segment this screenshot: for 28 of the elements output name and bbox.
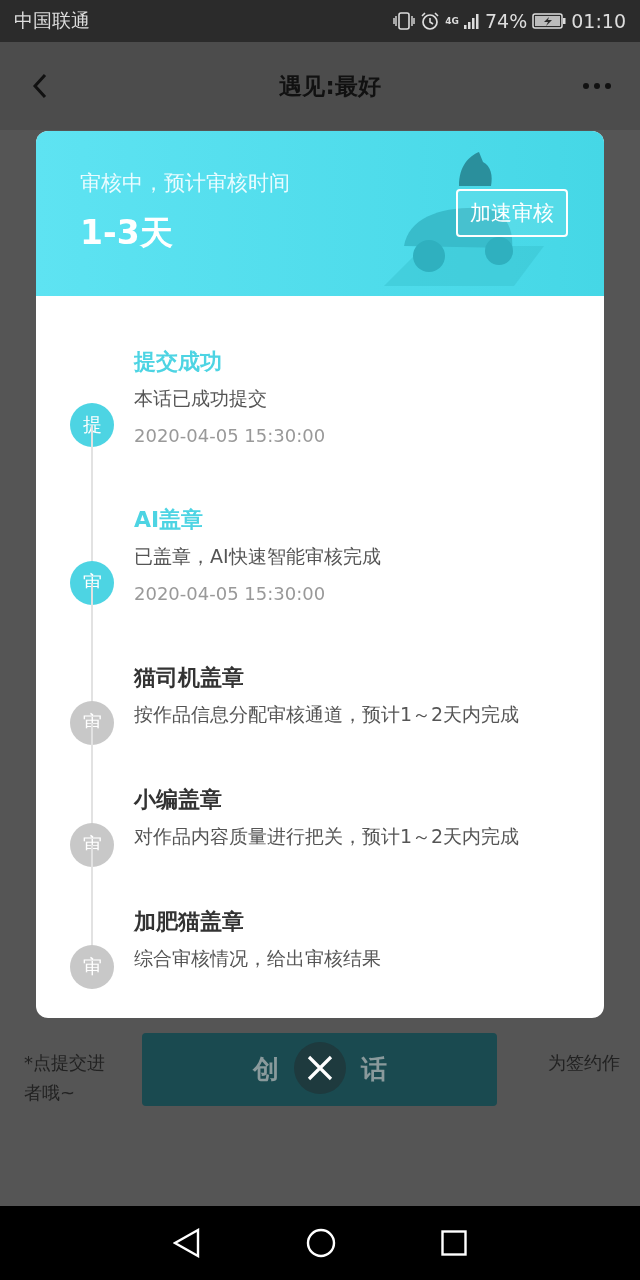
- battery-percent: 74%: [485, 10, 528, 32]
- signal-icon: [464, 12, 480, 30]
- review-status: 审核中，预计审核时间: [80, 170, 290, 197]
- create-button[interactable]: 创 话: [142, 1033, 497, 1106]
- clock-time: 01:10: [571, 10, 626, 32]
- step-description: 已盖章，AI快速智能审核完成: [134, 544, 381, 569]
- step-description: 本话已成功提交: [134, 386, 268, 411]
- step-title: 加肥猫盖章: [134, 908, 245, 936]
- network-label: 4G: [445, 16, 459, 26]
- review-duration: 1-3天: [80, 212, 174, 254]
- step-description: 对作品内容质量进行把关，预计1～2天内完成: [134, 824, 520, 849]
- step-title: 小编盖章: [134, 786, 223, 814]
- step-title: 猫司机盖章: [134, 664, 245, 692]
- page-title: 遇见:最好: [279, 71, 381, 101]
- home-icon[interactable]: [306, 1228, 336, 1258]
- step-description: 按作品信息分配审核通道，预计1～2天内完成: [134, 702, 520, 727]
- step-description: 综合审核情况，给出审核结果: [134, 946, 381, 971]
- close-icon: [307, 1055, 333, 1081]
- alarm-icon: [420, 11, 441, 31]
- battery-icon: [532, 13, 567, 29]
- back-icon[interactable]: [172, 1228, 201, 1258]
- vibrate-icon: [393, 12, 416, 30]
- step-title: AI盖章: [134, 506, 205, 534]
- carrier-name: 中国联通: [14, 8, 90, 33]
- step-title: 提交成功: [134, 348, 223, 376]
- step-time: 2020-04-05 15:30:00: [134, 424, 326, 448]
- step-time: 2020-04-05 15:30:00: [134, 582, 327, 606]
- recents-icon[interactable]: [441, 1230, 468, 1256]
